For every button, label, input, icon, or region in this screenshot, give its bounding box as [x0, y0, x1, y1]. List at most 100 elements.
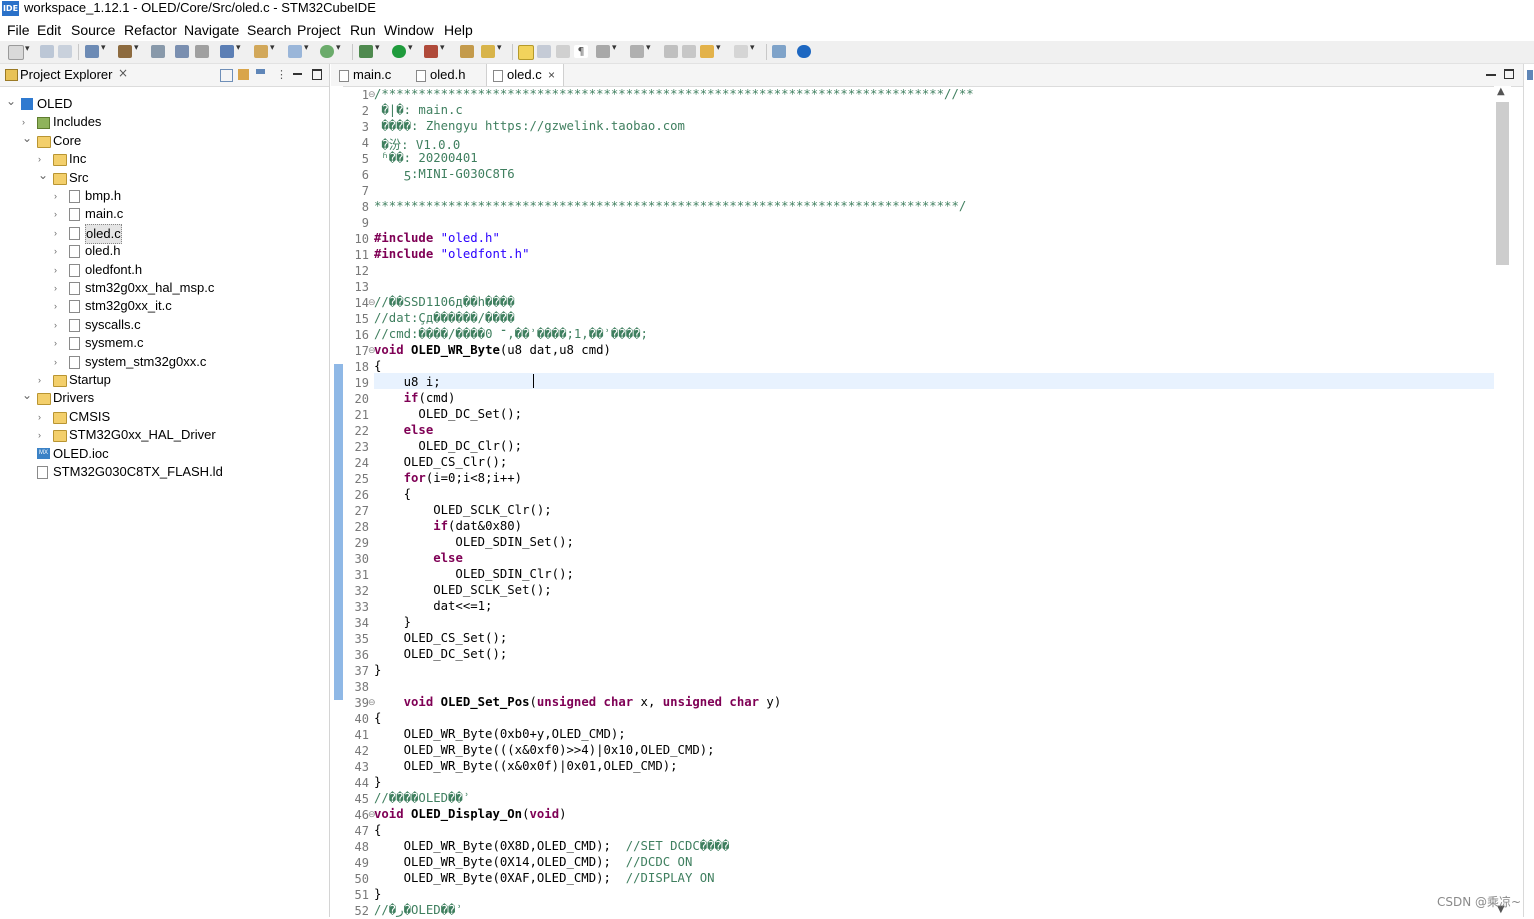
vertical-scrollbar[interactable]: ▲ ▼	[1494, 86, 1511, 917]
new-c-project-icon[interactable]	[220, 43, 241, 58]
save-all-icon[interactable]	[58, 45, 72, 58]
chevron-right-icon[interactable]: ›	[54, 261, 64, 279]
new-icon[interactable]	[8, 44, 30, 60]
toggle-block-selection-icon[interactable]	[537, 45, 551, 58]
menu-run[interactable]: Run	[350, 21, 376, 39]
search-icon[interactable]	[481, 43, 502, 58]
chevron-down-icon[interactable]: ⌄	[6, 92, 16, 110]
chevron-down-icon[interactable]: ⌄	[22, 386, 32, 404]
collapse-all-icon[interactable]	[220, 69, 233, 82]
view-menu-icon[interactable]: ⋮	[276, 69, 287, 80]
mark-occurrences-icon[interactable]	[518, 45, 534, 60]
tree-item-stm32g030c8tx-flash-ld[interactable]: STM32G030C8TX_FLASH.ld	[0, 463, 329, 481]
filter-icon[interactable]	[256, 69, 265, 80]
chevron-right-icon[interactable]: ›	[38, 426, 48, 444]
chevron-right-icon[interactable]: ›	[54, 242, 64, 260]
debug-config-icon[interactable]	[195, 45, 209, 58]
tree-item-system-stm32g0xx-c[interactable]: › system_stm32g0xx.c	[0, 353, 329, 371]
chevron-right-icon[interactable]: ›	[54, 334, 64, 352]
chevron-right-icon[interactable]: ›	[38, 408, 48, 426]
code-editor[interactable]: /***************************************…	[374, 86, 1494, 917]
chevron-down-icon[interactable]: ⌄	[38, 166, 48, 184]
scroll-up-icon[interactable]: ▲	[1497, 86, 1505, 97]
new-file-icon[interactable]	[320, 43, 341, 58]
build-hammer-icon[interactable]	[118, 43, 139, 58]
tree-item-oled-h[interactable]: › oled.h	[0, 242, 329, 260]
tree-item-bmp-h[interactable]: › bmp.h	[0, 187, 329, 205]
tab-oled-h[interactable]: oled.h	[416, 64, 486, 86]
project-explorer-title[interactable]: Project Explorer	[20, 67, 112, 82]
tree-item-drivers[interactable]: ⌄ Drivers	[0, 386, 329, 407]
minimize-icon[interactable]	[293, 73, 302, 75]
chevron-right-icon[interactable]: ›	[54, 297, 64, 315]
external-tools-icon[interactable]	[424, 43, 445, 58]
tree-item-oled-ioc[interactable]: MX OLED.ioc	[0, 445, 329, 463]
tree-item-core[interactable]: ⌄ Core	[0, 129, 329, 150]
tab-main-c[interactable]: main.c	[339, 64, 409, 86]
manage-configurations-icon[interactable]	[85, 43, 106, 58]
tree-item-main-c[interactable]: › main.c	[0, 205, 329, 223]
next-annotation-icon[interactable]	[596, 43, 617, 58]
tree-item-oled-c[interactable]: › oled.c	[0, 223, 329, 244]
menu-refactor[interactable]: Refactor	[124, 21, 177, 39]
maximize-icon[interactable]	[312, 69, 322, 80]
minimize-icon[interactable]	[1486, 74, 1496, 76]
tree-item-sysmem-c[interactable]: › sysmem.c	[0, 334, 329, 352]
tree-item-oled[interactable]: ⌄ OLED	[0, 92, 329, 113]
chevron-right-icon[interactable]: ›	[54, 353, 64, 371]
forward-history-icon[interactable]	[682, 45, 696, 58]
folder-icon	[53, 411, 67, 424]
text-caret	[533, 374, 534, 388]
build-all-icon[interactable]	[151, 45, 165, 58]
forward-arrow-icon[interactable]	[734, 43, 755, 58]
tree-item-includes[interactable]: › Includes	[0, 113, 329, 131]
close-icon[interactable]: ×	[548, 64, 555, 86]
menu-file[interactable]: File	[7, 21, 30, 39]
debug-bug-icon[interactable]	[359, 43, 380, 58]
window-title: workspace_1.12.1 - OLED/Core/Src/oled.c …	[24, 0, 376, 15]
menu-navigate[interactable]: Navigate	[184, 21, 239, 39]
new-folder-icon[interactable]	[254, 43, 275, 58]
chevron-right-icon[interactable]: ›	[54, 279, 64, 297]
restore-view-icon[interactable]	[1527, 70, 1533, 80]
pilcrow-icon[interactable]: ¶	[574, 45, 588, 58]
tree-item-stm32g0xx-hal-msp-c[interactable]: › stm32g0xx_hal_msp.c	[0, 279, 329, 297]
open-type-icon[interactable]	[460, 45, 474, 58]
chevron-right-icon[interactable]: ›	[54, 224, 64, 242]
menu-project[interactable]: Project	[297, 21, 341, 39]
previous-annotation-icon[interactable]	[630, 43, 651, 58]
last-edit-location-icon[interactable]	[664, 45, 678, 58]
tree-item-stm32g0xx-hal-driver[interactable]: › STM32G0xx_HAL_Driver	[0, 426, 329, 444]
chevron-right-icon[interactable]: ›	[54, 316, 64, 334]
run-icon[interactable]	[392, 43, 413, 58]
chevron-right-icon[interactable]: ›	[54, 187, 64, 205]
tree-item-stm32g0xx-it-c[interactable]: › stm32g0xx_it.c	[0, 297, 329, 315]
new-class-icon[interactable]	[288, 43, 309, 58]
close-icon[interactable]: ×	[118, 66, 128, 80]
tab-oled-c[interactable]: oled.c ×	[486, 64, 564, 86]
tree-item-oledfont-h[interactable]: › oledfont.h	[0, 261, 329, 279]
menu-window[interactable]: Window	[384, 21, 434, 39]
cli-icon[interactable]	[175, 45, 189, 58]
tree-item-syscalls-c[interactable]: › syscalls.c	[0, 316, 329, 334]
info-icon[interactable]	[797, 45, 811, 58]
chevron-right-icon[interactable]: ›	[54, 205, 64, 223]
show-whitespace-icon[interactable]	[556, 45, 570, 58]
tree-item-inc[interactable]: › Inc	[0, 150, 329, 168]
tree-item-src[interactable]: ⌄ Src	[0, 166, 329, 187]
menu-help[interactable]: Help	[444, 21, 473, 39]
save-icon[interactable]	[40, 45, 54, 58]
tree-item-cmsis[interactable]: › CMSIS	[0, 408, 329, 426]
menu-edit[interactable]: Edit	[37, 21, 61, 39]
open-perspective-icon[interactable]	[772, 45, 786, 58]
code-token: OLED_DC_Set();	[374, 647, 508, 661]
chevron-down-icon[interactable]: ⌄	[22, 129, 32, 147]
menu-source[interactable]: Source	[71, 21, 115, 39]
scrollbar-thumb[interactable]	[1496, 102, 1509, 265]
tree-item-startup[interactable]: › Startup	[0, 371, 329, 389]
menu-search[interactable]: Search	[247, 21, 291, 39]
link-with-editor-icon[interactable]	[238, 69, 249, 80]
back-arrow-icon[interactable]	[700, 43, 721, 58]
maximize-icon[interactable]	[1504, 69, 1514, 79]
chevron-right-icon[interactable]: ›	[38, 371, 48, 389]
